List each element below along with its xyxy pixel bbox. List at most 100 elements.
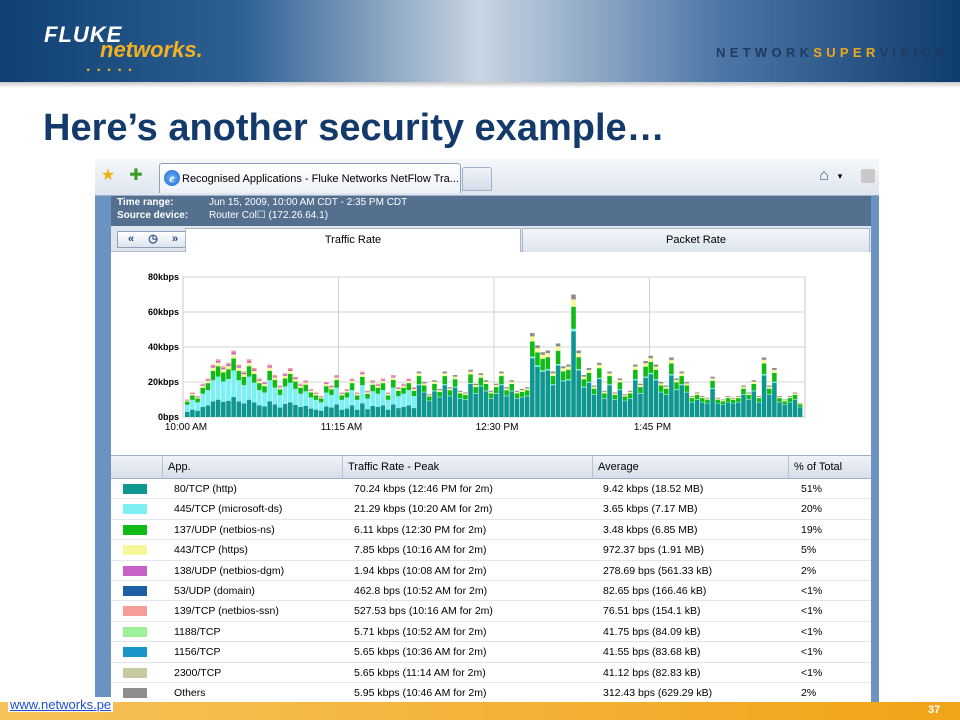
- bar-segment: [478, 385, 484, 387]
- bar-segment: [519, 396, 525, 398]
- bar-segment: [710, 380, 715, 389]
- tab-packet-rate[interactable]: Packet Rate: [522, 228, 870, 252]
- bar-segment: [483, 391, 489, 417]
- bar-segment: [282, 373, 288, 375]
- bar-segment: [215, 376, 221, 400]
- back-icon[interactable]: «: [120, 232, 142, 247]
- bar-segment: [349, 380, 355, 384]
- bar-segment: [684, 382, 690, 384]
- table-row[interactable]: 53/UDP (domain) 462.8 bps (10:52 AM for 2…: [111, 581, 871, 602]
- table-row[interactable]: 2300/TCP 5.65 kbps (11:14 AM for 2m) 41.12…: [111, 663, 871, 683]
- bar-segment: [483, 383, 489, 391]
- bar-segment: [318, 397, 324, 399]
- bar-segment: [488, 398, 494, 418]
- column-header-average[interactable]: Average: [592, 456, 788, 479]
- bar-segment: [669, 357, 674, 360]
- bar-segment: [463, 393, 468, 395]
- bar-segment: [586, 372, 592, 382]
- bar-segment: [215, 399, 221, 417]
- bar-segment: [380, 380, 386, 384]
- bar-segment: [396, 388, 401, 390]
- cell-peak: 462.8 bps (10:52 AM for 2m): [354, 584, 488, 597]
- bar-segment: [391, 376, 396, 378]
- bar-segment: [679, 371, 684, 374]
- bar-segment: [535, 348, 540, 353]
- bar-segment: [751, 381, 757, 384]
- table-row[interactable]: 1188/TCP 5.71 kbps (10:52 AM for 2m) 41.75…: [111, 622, 871, 643]
- bar-segment: [622, 401, 628, 417]
- table-row[interactable]: Others 5.95 kbps (10:46 AM for 2m) 312.43 …: [111, 683, 871, 704]
- bar-segment: [607, 371, 612, 374]
- bar-segment: [648, 372, 654, 375]
- ie-icon: e: [164, 170, 180, 186]
- cell-pct: <1%: [801, 666, 823, 679]
- y-tick-label: 60kbps: [148, 307, 179, 317]
- bar-segment: [282, 374, 288, 376]
- bar-segment: [215, 359, 221, 361]
- chevron-down-icon[interactable]: ▾: [835, 167, 845, 185]
- table-row[interactable]: 443/TCP (https) 7.85 kbps (10:16 AM for 2…: [111, 540, 871, 561]
- bar-segment: [792, 392, 798, 394]
- bar-segment: [797, 404, 803, 407]
- bar-segment: [288, 373, 293, 383]
- bar-segment: [674, 382, 679, 390]
- cell-peak: 6.11 kbps (12:30 PM for 2m): [354, 523, 487, 536]
- bar-segment: [566, 380, 571, 417]
- table-row[interactable]: 80/TCP (http) 70.24 kbps (12:46 PM for 2m…: [111, 479, 871, 500]
- bar-segment: [756, 396, 762, 399]
- bar-segment: [391, 387, 396, 405]
- cell-pct: 5%: [801, 544, 817, 557]
- bar-segment: [530, 336, 535, 342]
- column-header-percent[interactable]: % of Total: [788, 456, 871, 479]
- bar-segment: [391, 404, 396, 417]
- bar-segment: [231, 352, 236, 355]
- bar-segment: [334, 375, 339, 377]
- bar-segment: [277, 389, 283, 395]
- bar-segment: [370, 405, 375, 417]
- bar-segment: [293, 376, 298, 378]
- footer-link[interactable]: www.networks.pe: [8, 697, 114, 712]
- rss-icon[interactable]: [861, 169, 875, 183]
- bar-segment: [694, 393, 700, 395]
- bar-segment: [221, 367, 226, 370]
- bar-segment: [761, 374, 767, 376]
- browser-tab-active[interactable]: e Recognised Applications - Fluke Networ…: [159, 163, 461, 193]
- bar-segment: [236, 364, 242, 367]
- column-header-app[interactable]: App.: [162, 456, 342, 479]
- bar-segment: [756, 402, 762, 417]
- table-row[interactable]: 137/UDP (netbios-ns) 6.11 kbps (12:30 PM …: [111, 520, 871, 541]
- color-swatch: [123, 524, 147, 535]
- bar-segment: [669, 359, 674, 364]
- bar-segment: [607, 384, 612, 386]
- table-row[interactable]: 445/TCP (microsoft-ds) 21.29 kbps (10:20 …: [111, 499, 871, 520]
- bar-segment: [519, 397, 525, 417]
- tagline-part-3: VISION: [879, 45, 950, 60]
- page-number: 37: [928, 704, 941, 716]
- forward-icon[interactable]: »: [164, 232, 186, 247]
- new-tab-button[interactable]: [462, 167, 492, 191]
- bar-segment: [530, 358, 535, 417]
- bar-segment: [396, 389, 401, 391]
- table-row[interactable]: 138/UDP (netbios-dgm) 1.94 kbps (10:08 AM…: [111, 561, 871, 581]
- add-favorite-icon[interactable]: ✚: [127, 167, 145, 185]
- table-row[interactable]: 139/TCP (netbios-ssn) 527.53 bps (10:16 A…: [111, 601, 871, 622]
- column-header-peak[interactable]: Traffic Rate - Peak: [342, 456, 592, 479]
- clock-icon[interactable]: ◷: [142, 232, 164, 247]
- bar-segment: [797, 407, 803, 417]
- color-swatch: [123, 545, 147, 556]
- report-info-strip: Time range: Jun 15, 2009, 10:00 AM CDT -…: [111, 196, 871, 226]
- cell-pct: 2%: [801, 686, 817, 699]
- home-icon[interactable]: ⌂: [815, 167, 833, 185]
- bar-segment: [746, 399, 751, 417]
- bar-segment: [571, 306, 576, 329]
- bar-segment: [674, 389, 679, 391]
- bar-segment: [710, 376, 715, 379]
- star-icon[interactable]: ★: [99, 167, 117, 185]
- cell-peak: 5.95 kbps (10:46 AM for 2m): [354, 686, 487, 699]
- table-row[interactable]: 1156/TCP 5.65 kbps (10:36 AM for 2m) 41.55…: [111, 642, 871, 663]
- bar-segment: [205, 380, 211, 384]
- bar-segment: [622, 394, 628, 396]
- tab-traffic-rate[interactable]: Traffic Rate: [185, 228, 521, 252]
- bar-segment: [663, 394, 669, 395]
- bar-segment: [483, 381, 489, 384]
